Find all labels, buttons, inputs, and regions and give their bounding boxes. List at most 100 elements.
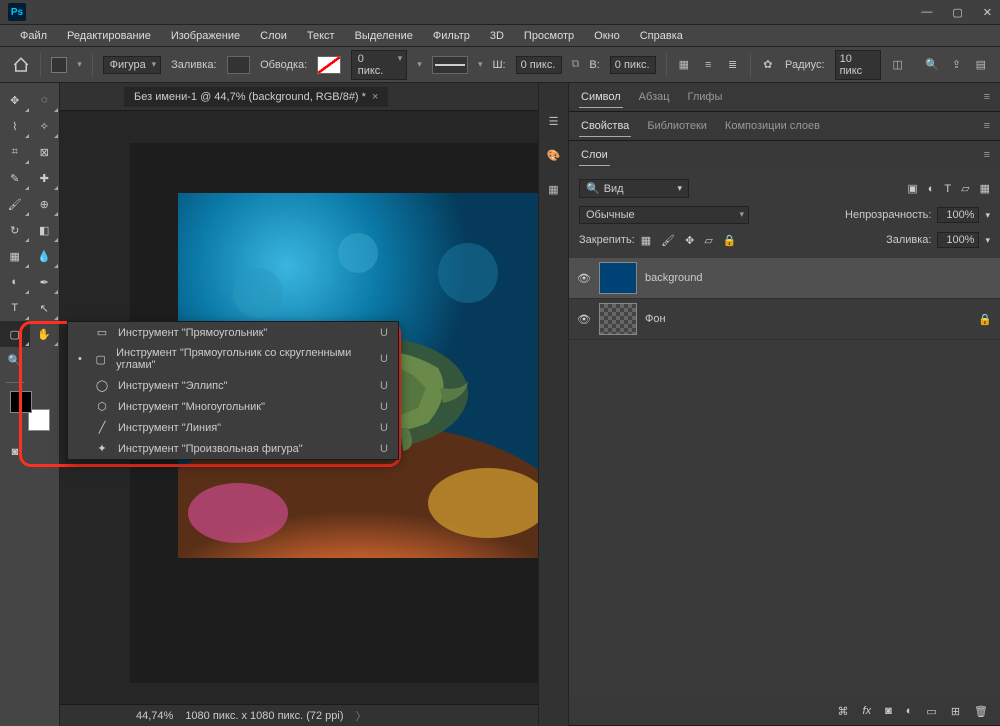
fill-opacity-input[interactable]: 100% [937,232,979,248]
opacity-input[interactable]: 100% [937,207,979,223]
home-icon[interactable] [12,55,30,75]
panel-tab[interactable]: Композиции слоев [723,116,822,136]
lasso-tool[interactable]: ⌇ [0,113,30,139]
lock-brush-icon[interactable]: 🖌 [661,234,675,247]
panel-menu-icon[interactable]: ≡ [984,91,990,103]
visibility-icon[interactable]: 👁 [577,313,591,326]
fill-swatch[interactable] [227,56,251,74]
path-op-icon[interactable]: ▦ [677,57,691,73]
fx-icon[interactable]: fx [863,705,872,717]
brush-tool[interactable]: 🖌 [0,191,30,217]
swatches-icon[interactable]: 🎨 [546,147,562,163]
marquee-tool[interactable]: ◌ [30,87,60,113]
menu-Фильтр[interactable]: Фильтр [425,28,478,44]
search-icon[interactable]: 🔍 [925,57,939,73]
mask-icon[interactable]: ◙ [885,705,892,717]
stamp-tool[interactable]: ⊕ [30,191,60,217]
heal-tool[interactable]: ✚ [30,165,60,191]
adjustments-icon[interactable]: ☰ [546,113,562,129]
flyout-item[interactable]: •▢Инструмент "Прямоугольник со скругленн… [68,343,398,375]
eraser-tool[interactable]: ◧ [30,217,60,243]
minimize-icon[interactable]: — [921,6,932,19]
height-input[interactable]: 0 пикс. [610,56,656,74]
zoom-tool[interactable]: 🔍 [0,347,30,373]
layer-thumbnail[interactable] [599,262,637,294]
menu-Изображение[interactable]: Изображение [163,28,248,44]
document-tab[interactable]: Без имени-1 @ 44,7% (background, RGB/8#)… [124,87,388,107]
lock-artboard-icon[interactable]: ▱ [704,234,712,247]
shape-mode-dropdown[interactable]: Фигура [103,56,161,74]
align-edges-icon[interactable]: ◫ [891,57,905,73]
layers-tab[interactable]: Слои [579,145,610,166]
pen-tool[interactable]: ✒ [30,269,60,295]
flyout-item[interactable]: ⬡Инструмент "Многоугольник"U [68,396,398,417]
filter-image-icon[interactable]: ▣ [907,182,917,195]
layer-name[interactable]: background [645,272,703,284]
share-icon[interactable]: ⇪ [949,57,963,73]
libraries-icon[interactable]: ▦ [546,181,562,197]
stroke-size[interactable]: 0 пикс. [351,50,408,80]
gear-icon[interactable]: ✿ [761,57,775,73]
layer-filter-dropdown[interactable]: 🔍Вид▾ [579,179,689,198]
path-select-tool[interactable]: ↖ [30,295,60,321]
menu-Выделение[interactable]: Выделение [347,28,421,44]
group-icon[interactable]: ▭ [926,705,936,718]
quickmask-tool[interactable]: ◙ [0,439,30,465]
shape-tool[interactable]: ▢ [0,321,30,347]
flyout-item[interactable]: ╱Инструмент "Линия"U [68,417,398,438]
menu-Редактирование[interactable]: Редактирование [59,28,159,44]
crop-tool[interactable]: ⌗ [0,139,30,165]
move-tool[interactable]: ✥ [0,87,30,113]
menu-Файл[interactable]: Файл [12,28,55,44]
blur-tool[interactable]: 💧 [30,243,60,269]
layer-thumbnail[interactable] [599,303,637,335]
panel-tab[interactable]: Свойства [579,116,631,137]
dodge-tool[interactable]: ◐ [0,269,30,295]
panel-tab[interactable]: Символ [579,87,623,108]
frame-tool[interactable]: ⊠ [30,139,60,165]
width-input[interactable]: 0 пикс. [516,56,562,74]
menu-Окно[interactable]: Окно [586,28,628,44]
menu-Просмотр[interactable]: Просмотр [516,28,582,44]
flyout-item[interactable]: ✦Инструмент "Произвольная фигура"U [68,438,398,459]
filter-smart-icon[interactable]: ▦ [980,182,990,195]
menu-Текст[interactable]: Текст [299,28,343,44]
hand-tool[interactable]: ✋ [30,321,60,347]
filter-adjust-icon[interactable]: ◐ [928,183,935,195]
layer-row[interactable]: 👁Фон🔒 [569,299,1000,340]
menu-Справка[interactable]: Справка [632,28,691,44]
panel-menu-icon[interactable]: ≡ [984,149,990,161]
flyout-item[interactable]: ▭Инструмент "Прямоугольник"U [68,322,398,343]
layer-row[interactable]: 👁 background [569,258,1000,299]
lock-all-icon[interactable]: 🔒 [723,234,737,247]
panel-tab[interactable]: Глифы [686,87,725,107]
blend-mode-dropdown[interactable]: Обычные [579,206,749,224]
filter-type-icon[interactable]: T [944,183,951,195]
filter-shape-icon[interactable]: ▱ [961,182,969,195]
visibility-icon[interactable]: 👁 [577,272,591,285]
panel-tab[interactable]: Абзац [637,87,672,107]
wand-tool[interactable]: ✧ [30,113,60,139]
new-layer-icon[interactable]: ⊞ [951,705,960,718]
align-icon[interactable]: ≡ [701,57,715,73]
menu-3D[interactable]: 3D [482,28,512,44]
link-layers-icon[interactable]: ⌘ [838,705,849,718]
adjustment-layer-icon[interactable]: ◐ [906,705,913,717]
radius-input[interactable]: 10 пикс [835,50,881,80]
type-tool[interactable]: T [0,295,30,321]
menu-Слои[interactable]: Слои [252,28,295,44]
lock-pixels-icon[interactable]: ▦ [641,234,651,247]
eyedropper-tool[interactable]: ✎ [0,165,30,191]
workspace-icon[interactable]: ▤ [974,57,988,73]
maximize-icon[interactable]: ▢ [952,6,962,19]
tool-preset-icon[interactable] [51,57,67,73]
delete-layer-icon[interactable]: 🗑 [974,705,988,718]
stroke-swatch[interactable] [317,56,341,74]
panel-tab[interactable]: Библиотеки [645,116,709,136]
lock-position-icon[interactable]: ✥ [685,234,694,247]
stroke-style[interactable] [432,56,468,74]
history-brush-tool[interactable]: ↻ [0,217,30,243]
color-swatches[interactable] [10,391,50,431]
flyout-item[interactable]: ◯Инструмент "Эллипс"U [68,375,398,396]
layer-name[interactable]: Фон [645,313,666,325]
